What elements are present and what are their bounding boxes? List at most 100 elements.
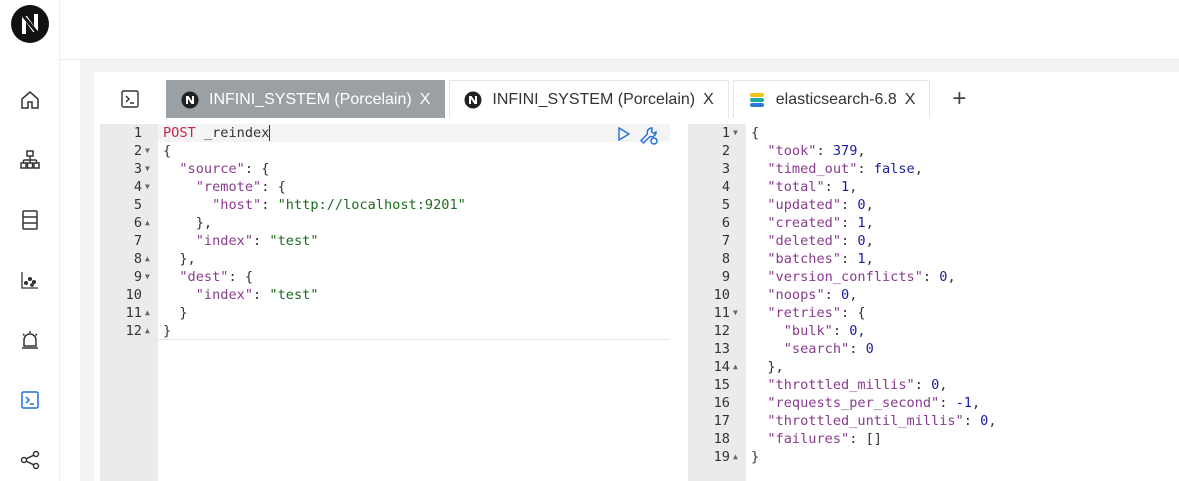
line-number: 6 xyxy=(133,215,142,231)
line-number: 9 xyxy=(133,269,142,285)
code-line: "noops": 0, xyxy=(767,287,858,303)
fold-toggle-icon[interactable]: ▼ xyxy=(145,146,150,155)
line-number: 17 xyxy=(713,413,730,429)
code-line: { xyxy=(751,125,760,141)
response-viewer[interactable]: 1 ▼{2 "took": 379, 3 "timed_out": false, 4 … xyxy=(688,124,1179,481)
line-number: 15 xyxy=(713,377,730,393)
console-icon xyxy=(121,90,139,108)
code-line: "retries": { xyxy=(767,305,866,321)
tab-infini-system-2[interactable]: INFINI_SYSTEM (Porcelain) X xyxy=(449,80,729,118)
top-bar xyxy=(60,0,1179,60)
run-request-icon[interactable] xyxy=(617,127,631,141)
code-line: "index": "test" xyxy=(195,233,319,249)
code-line: "search": 0 xyxy=(783,341,874,357)
home-icon[interactable] xyxy=(18,88,42,112)
tab-elasticsearch-6-8[interactable]: elasticsearch-6.8 X xyxy=(732,80,931,118)
line-number: 14 xyxy=(713,359,730,375)
line-number: 9 xyxy=(721,269,730,285)
line-number: 1 xyxy=(721,125,730,141)
code-line: "remote": { xyxy=(195,179,286,195)
share-icon[interactable] xyxy=(18,448,42,472)
unfold-toggle-icon[interactable]: ▲ xyxy=(145,218,150,227)
data-icon[interactable] xyxy=(18,208,42,232)
code-line: }, xyxy=(163,251,196,267)
metrics-icon[interactable] xyxy=(18,268,42,292)
line-number: 7 xyxy=(721,233,730,249)
sidebar xyxy=(0,0,60,481)
infini-logo-icon xyxy=(181,91,199,108)
line-number: 3 xyxy=(133,161,142,177)
unfold-toggle-icon[interactable]: ▲ xyxy=(733,362,738,371)
line-number: 5 xyxy=(721,197,730,213)
line-number: 11 xyxy=(125,305,142,321)
console-toggle-button[interactable] xyxy=(94,80,166,118)
line-number: 3 xyxy=(721,161,730,177)
code-line: "total": 1, xyxy=(767,179,858,195)
code-line: "dest": { xyxy=(179,269,254,285)
tab-label: INFINI_SYSTEM (Porcelain) xyxy=(209,90,412,108)
close-icon[interactable]: X xyxy=(703,91,714,109)
line-number: 8 xyxy=(721,251,730,267)
code-line: "version_conflicts": 0, xyxy=(767,269,956,285)
line-number: 18 xyxy=(713,431,730,447)
add-tab-button[interactable]: + xyxy=(934,80,984,118)
code-line: } xyxy=(163,323,172,339)
code-line: "failures": [] xyxy=(767,431,882,447)
line-number: 2 xyxy=(721,143,730,159)
line-number: 6 xyxy=(721,215,730,231)
console-icon[interactable] xyxy=(18,388,42,412)
line-number: 1 xyxy=(133,125,142,141)
code-line: "throttled_until_millis": 0, xyxy=(767,413,997,429)
code-line: "index": "test" xyxy=(195,287,319,303)
code-line: "timed_out": false, xyxy=(767,161,923,177)
line-number: 16 xyxy=(713,395,730,411)
line-number: 12 xyxy=(125,323,142,339)
tab-label: elasticsearch-6.8 xyxy=(775,90,897,108)
line-number: 5 xyxy=(133,197,142,213)
line-number: 10 xyxy=(125,287,142,303)
fold-toggle-icon[interactable]: ▼ xyxy=(733,128,738,137)
line-number: 7 xyxy=(133,233,142,249)
unfold-toggle-icon[interactable]: ▲ xyxy=(145,308,150,317)
code-line: { xyxy=(163,143,172,159)
unfold-toggle-icon[interactable]: ▲ xyxy=(733,452,738,461)
line-number: 4 xyxy=(721,179,730,195)
fold-toggle-icon[interactable]: ▼ xyxy=(145,182,150,191)
cluster-icon[interactable] xyxy=(18,148,42,172)
code-line: "updated": 0, xyxy=(767,197,874,213)
alerting-icon[interactable] xyxy=(18,328,42,352)
infini-logo-icon xyxy=(464,91,482,108)
fold-toggle-icon[interactable]: ▼ xyxy=(145,164,150,173)
wrench-settings-icon[interactable] xyxy=(638,125,660,147)
line-number: 8 xyxy=(133,251,142,267)
close-icon[interactable]: X xyxy=(420,91,431,109)
editor-bottom-border xyxy=(158,339,670,340)
request-editor[interactable]: 1 POST _reindex 2 ▼{3 ▼ "source": {4 ▼ "remot… xyxy=(100,124,670,481)
line-number: 13 xyxy=(713,341,730,357)
tab-infini-system-1[interactable]: INFINI_SYSTEM (Porcelain) X xyxy=(166,80,446,118)
close-icon[interactable]: X xyxy=(905,91,916,109)
fold-toggle-icon[interactable]: ▼ xyxy=(733,308,738,317)
code-line: } xyxy=(163,305,188,321)
code-line: "created": 1, xyxy=(767,215,874,231)
fold-toggle-icon[interactable]: ▼ xyxy=(145,272,150,281)
unfold-toggle-icon[interactable]: ▲ xyxy=(145,254,150,263)
code-line: } xyxy=(751,449,760,465)
line-number: 12 xyxy=(713,323,730,339)
infini-logo[interactable] xyxy=(10,4,50,44)
line-number: 2 xyxy=(133,143,142,159)
code-line: }, xyxy=(163,215,213,231)
elasticsearch-logo-icon xyxy=(749,92,764,107)
code-line: "batches": 1, xyxy=(767,251,874,267)
code-line: "host": "http://localhost:9201" xyxy=(212,197,466,213)
code-line: "bulk": 0, xyxy=(783,323,866,339)
code-line: }, xyxy=(751,359,784,375)
code-line: "took": 379, xyxy=(767,143,866,159)
line-number: 10 xyxy=(713,287,730,303)
code-line: POST _reindex xyxy=(163,125,271,141)
line-number: 11 xyxy=(713,305,730,321)
code-line: "source": { xyxy=(179,161,270,177)
unfold-toggle-icon[interactable]: ▲ xyxy=(145,326,150,335)
line-number: 4 xyxy=(133,179,142,195)
code-line: "deleted": 0, xyxy=(767,233,874,249)
